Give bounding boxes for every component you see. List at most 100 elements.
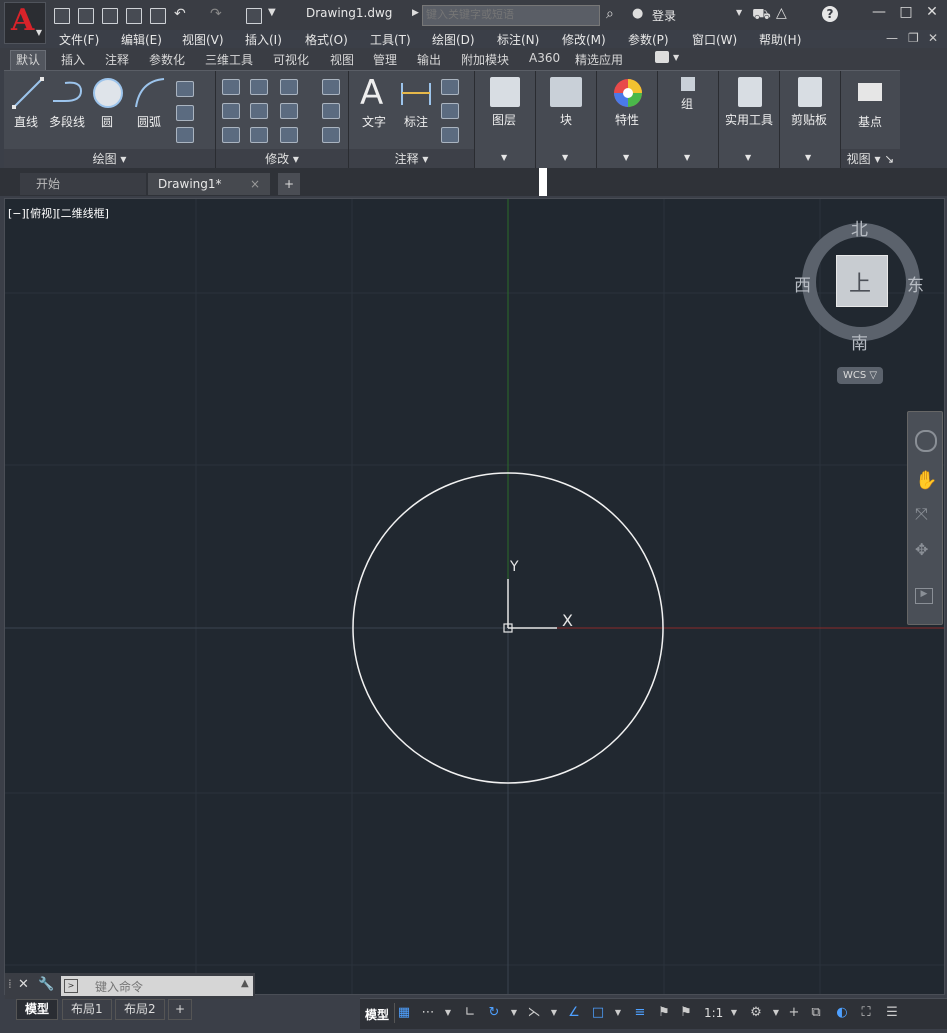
erase-icon[interactable]: [322, 79, 340, 95]
fillet-icon[interactable]: [280, 103, 298, 119]
isolate-objects-icon[interactable]: ⧉: [808, 1005, 824, 1021]
close-window-icon[interactable]: ✕: [921, 4, 943, 24]
tab-parametric[interactable]: 参数化: [149, 51, 185, 68]
scale-dropdown-icon[interactable]: ▼: [726, 1005, 742, 1021]
linear-dim-icon[interactable]: [441, 79, 459, 95]
compass-east[interactable]: 东: [907, 271, 924, 296]
tab-default[interactable]: 默认: [10, 50, 47, 70]
menu-edit[interactable]: 编辑(E): [121, 31, 162, 48]
drawing1-tab[interactable]: Drawing1* ×: [148, 173, 270, 195]
dimension-label[interactable]: 标注: [404, 113, 428, 130]
close-tab-icon[interactable]: ×: [250, 173, 260, 195]
polar-dropdown-icon[interactable]: ▼: [506, 1005, 522, 1021]
workspace-dropdown-icon[interactable]: ▼: [768, 1005, 784, 1021]
tab-3d-tools[interactable]: 三维工具: [205, 51, 253, 68]
stretch-icon[interactable]: [222, 127, 240, 143]
snap-dropdown-icon[interactable]: ▼: [440, 1005, 456, 1021]
grip-icon[interactable]: ⁞: [8, 977, 12, 991]
isodraft-icon[interactable]: ⋋: [526, 1005, 542, 1021]
menu-dimension[interactable]: 标注(N): [497, 31, 539, 48]
viewport-controls[interactable]: [−][俯视][二维线框]: [8, 205, 109, 221]
move-icon[interactable]: [222, 79, 240, 95]
clipboard-dropdown-icon[interactable]: ▼: [805, 153, 811, 162]
menu-draw[interactable]: 绘图(D): [432, 31, 475, 48]
start-tab[interactable]: 开始: [20, 173, 146, 195]
menu-format[interactable]: 格式(O): [305, 31, 348, 48]
block-icon[interactable]: [550, 77, 582, 107]
tab-view[interactable]: 视图: [330, 51, 354, 68]
model-space-button[interactable]: 模型: [365, 1006, 389, 1023]
command-prompt-icon[interactable]: >: [64, 979, 78, 993]
doc-restore-icon[interactable]: ❐: [908, 31, 919, 45]
tab-layout2[interactable]: 布局2: [115, 999, 165, 1020]
menu-help[interactable]: 帮助(H): [759, 31, 801, 48]
circle-icon[interactable]: [92, 77, 124, 109]
block-dropdown-icon[interactable]: ▼: [562, 153, 568, 162]
menu-modify[interactable]: 修改(M): [562, 31, 606, 48]
annotation-panel-title[interactable]: 注释 ▾: [349, 149, 474, 169]
tab-featured-apps[interactable]: 精选应用: [575, 51, 623, 68]
explode-icon[interactable]: [322, 103, 340, 119]
menu-insert[interactable]: 插入(I): [245, 31, 282, 48]
tab-annotate[interactable]: 注释: [105, 51, 129, 68]
menu-tools[interactable]: 工具(T): [370, 31, 411, 48]
help-icon[interactable]: ?: [822, 6, 838, 22]
ribbon-minimize-icon[interactable]: [655, 51, 669, 63]
isodraft-dropdown-icon[interactable]: ▼: [546, 1005, 562, 1021]
polyline-label[interactable]: 多段线: [49, 113, 85, 130]
polar-icon[interactable]: ↻: [486, 1005, 502, 1021]
clipboard-label[interactable]: 剪贴板: [791, 111, 827, 128]
pan-icon[interactable]: ✋: [915, 470, 937, 491]
tab-visualize[interactable]: 可视化: [273, 51, 309, 68]
grid-icon[interactable]: ▦: [396, 1005, 412, 1021]
customize-wrench-icon[interactable]: 🔧: [38, 977, 54, 992]
application-menu-button[interactable]: A ▼: [4, 2, 46, 44]
doc-close-icon[interactable]: ✕: [928, 31, 938, 45]
line-label[interactable]: 直线: [14, 113, 38, 130]
array-icon[interactable]: [280, 127, 298, 143]
tab-model[interactable]: 模型: [16, 999, 59, 1020]
login-button[interactable]: 登录: [652, 7, 676, 24]
compass-west[interactable]: 西: [794, 271, 811, 296]
clipboard-icon[interactable]: [798, 77, 822, 107]
calculator-icon[interactable]: [738, 77, 762, 107]
search-box[interactable]: [422, 5, 600, 26]
steering-wheel-icon[interactable]: [915, 430, 937, 452]
base-point-icon[interactable]: [858, 83, 882, 101]
snap-icon[interactable]: ⋯: [420, 1005, 436, 1021]
tab-output[interactable]: 输出: [417, 51, 441, 68]
login-dropdown-icon[interactable]: ▼: [736, 8, 742, 17]
boundary-icon[interactable]: [176, 127, 194, 143]
layers-dropdown-icon[interactable]: ▼: [501, 153, 507, 162]
add-layout-button[interactable]: +: [168, 999, 193, 1020]
open-file-icon[interactable]: [78, 8, 94, 24]
text-label[interactable]: 文字: [362, 113, 386, 130]
hardware-acceleration-icon[interactable]: ◐: [834, 1005, 850, 1021]
hatch-icon[interactable]: [176, 105, 194, 121]
zoom-extents-icon[interactable]: ⤧: [915, 504, 928, 524]
drawing-viewport[interactable]: Y X [−][俯视][二维线框] 上 北 南 东 西 WCS ▽ ✋ ⤧ ✥ …: [4, 198, 945, 995]
polyline-icon[interactable]: [51, 77, 87, 109]
line-icon[interactable]: [12, 77, 44, 109]
view-panel-title[interactable]: 视图 ▾ ↘: [841, 149, 900, 169]
tab-layout1[interactable]: 布局1: [62, 999, 112, 1020]
tab-manage[interactable]: 管理: [373, 51, 397, 68]
group-label[interactable]: 组: [681, 95, 693, 112]
menu-view[interactable]: 视图(V): [182, 31, 224, 48]
arc-label[interactable]: 圆弧: [137, 113, 161, 130]
wcs-menu[interactable]: WCS ▽: [837, 367, 883, 384]
save-icon[interactable]: [102, 8, 118, 24]
user-icon[interactable]: ●: [632, 6, 643, 21]
viewcube-top-face[interactable]: 上: [836, 255, 888, 307]
menu-parametric[interactable]: 参数(P): [628, 31, 669, 48]
modify-panel-title[interactable]: 修改 ▾: [216, 149, 348, 169]
rectangle-icon[interactable]: [176, 81, 194, 97]
menu-window[interactable]: 窗口(W): [692, 31, 737, 48]
showmotion-icon[interactable]: ▶: [915, 588, 933, 604]
compass-north[interactable]: 北: [851, 215, 868, 240]
layers-icon[interactable]: [490, 77, 520, 107]
binoculars-icon[interactable]: ⌕: [606, 6, 614, 22]
chevron-right-icon[interactable]: ▶: [412, 8, 419, 18]
properties-label[interactable]: 特性: [615, 111, 639, 128]
rotate-icon[interactable]: [250, 79, 268, 95]
